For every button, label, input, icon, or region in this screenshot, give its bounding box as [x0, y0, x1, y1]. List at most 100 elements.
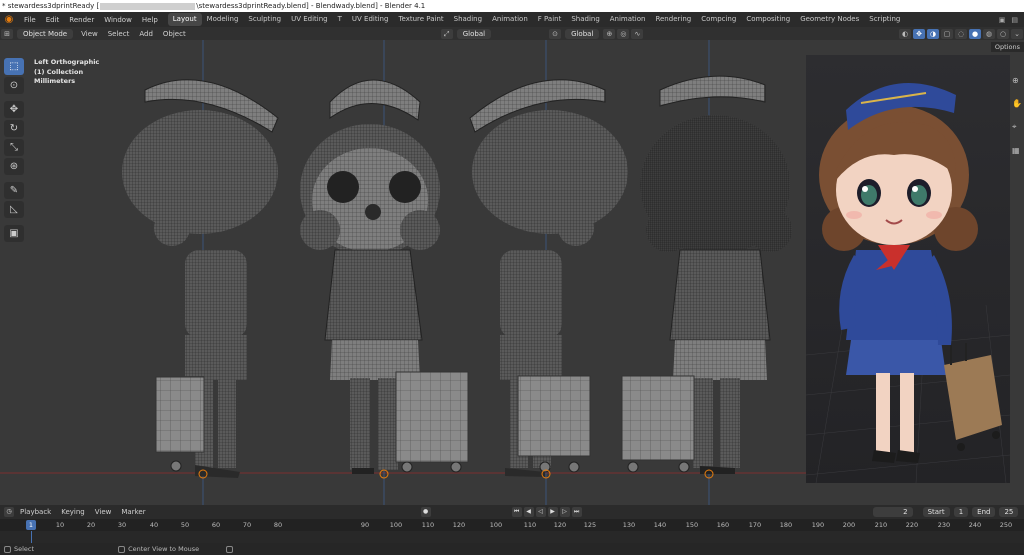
- prev-key-icon[interactable]: ◀: [523, 507, 534, 517]
- xray-icon[interactable]: ▢: [941, 28, 953, 39]
- zoom-icon[interactable]: ⊕: [1012, 76, 1022, 85]
- editor-type-icon[interactable]: ⊞: [1, 28, 13, 39]
- next-key-icon[interactable]: ▷: [559, 507, 570, 517]
- gizmo-icon[interactable]: ✥: [913, 28, 925, 39]
- tab-f-paint[interactable]: F Paint: [533, 13, 567, 26]
- scene-icon[interactable]: ▣: [999, 16, 1006, 24]
- solid-shading-icon[interactable]: ●: [969, 28, 981, 39]
- mode-dropdown[interactable]: Object Mode: [17, 28, 74, 39]
- ruler-tick: 125: [583, 521, 597, 529]
- tab-geometry-nodes[interactable]: Geometry Nodes: [795, 13, 864, 26]
- timeline-ruler[interactable]: 1 10 20 30 40 50 60 70 80 90 100 110 120…: [0, 519, 1024, 531]
- tab-layout[interactable]: Layout: [167, 13, 202, 26]
- menu-render[interactable]: Render: [64, 16, 99, 24]
- grid-icon[interactable]: ▦: [1012, 146, 1022, 155]
- tab-animation[interactable]: Animation: [487, 13, 533, 26]
- jump-start-icon[interactable]: ⏮: [511, 507, 522, 517]
- current-frame-field[interactable]: 2: [872, 507, 913, 517]
- tab-t[interactable]: T: [333, 13, 347, 26]
- window-title-bar: * stewardess3dprintReady [ \stewardess3d…: [0, 0, 1024, 12]
- view-layer-icon[interactable]: ▤: [1011, 16, 1018, 24]
- tab-shading-2[interactable]: Shading: [566, 13, 604, 26]
- tab-uv-editing-2[interactable]: UV Editing: [347, 13, 394, 26]
- rendered-shading-icon[interactable]: ○: [997, 28, 1009, 39]
- annotate-tool-icon[interactable]: ✎: [4, 182, 24, 199]
- 3d-viewport[interactable]: ⬚ ⊙ ✥ ↻ ⤡ ⊛ ✎ ◺ ▣ Left Orthographic (1) …: [0, 40, 1024, 505]
- move-tool-icon[interactable]: ✥: [4, 101, 24, 118]
- transform-tool-icon[interactable]: ⊛: [4, 158, 24, 175]
- figure-right-side: [469, 79, 628, 477]
- ruler-tick: 120: [452, 521, 466, 529]
- stewardess-render: [806, 55, 1010, 483]
- menu-add[interactable]: Add: [134, 30, 158, 38]
- falloff-icon[interactable]: ∿: [631, 28, 644, 39]
- transform-orientation-dropdown[interactable]: Global: [456, 28, 492, 39]
- measure-tool-icon[interactable]: ◺: [4, 201, 24, 218]
- menu-view[interactable]: View: [76, 30, 103, 38]
- menu-object[interactable]: Object: [158, 30, 191, 38]
- pivot-icon[interactable]: ⊙: [549, 28, 562, 39]
- proportional-icon[interactable]: ◎: [617, 28, 630, 39]
- shading-options-icon[interactable]: ⌄: [1011, 28, 1023, 39]
- menu-timeline-view[interactable]: View: [90, 508, 117, 516]
- tab-animation-2[interactable]: Animation: [605, 13, 651, 26]
- overlay-icon[interactable]: ◑: [927, 28, 939, 39]
- play-reverse-icon[interactable]: ◁: [535, 507, 546, 517]
- visibility-icon[interactable]: ◐: [899, 28, 911, 39]
- tab-compositing[interactable]: Compositing: [741, 13, 795, 26]
- timeline-editor-icon[interactable]: ◷: [4, 507, 14, 517]
- ruler-tick: 20: [86, 521, 96, 529]
- scale-tool-icon[interactable]: ⤡: [4, 139, 24, 156]
- status-select: Select: [0, 545, 38, 553]
- menu-help[interactable]: Help: [137, 16, 163, 24]
- material-shading-icon[interactable]: ◍: [983, 28, 995, 39]
- ruler-tick: 90: [360, 521, 370, 529]
- pivot-dropdown[interactable]: Global: [565, 28, 600, 39]
- jump-end-icon[interactable]: ⏭: [571, 507, 582, 517]
- menu-playback[interactable]: Playback: [15, 508, 56, 516]
- blender-logo-icon[interactable]: ◉: [3, 14, 15, 26]
- orientation-icon[interactable]: ⤢: [440, 28, 453, 39]
- tab-scripting[interactable]: Scripting: [864, 13, 905, 26]
- end-frame-field[interactable]: 25: [999, 507, 1019, 517]
- menu-marker[interactable]: Marker: [116, 508, 150, 516]
- snap-icon[interactable]: ⊕: [603, 28, 616, 39]
- menu-select[interactable]: Select: [103, 30, 135, 38]
- play-icon[interactable]: ▶: [547, 507, 558, 517]
- menu-keying[interactable]: Keying: [56, 508, 90, 516]
- ruler-tick: 150: [685, 521, 699, 529]
- tab-modeling[interactable]: Modeling: [202, 13, 244, 26]
- end-frame-label[interactable]: End: [972, 507, 996, 517]
- view-name: Left Orthographic: [34, 58, 100, 66]
- pan-icon[interactable]: ✋: [1012, 99, 1022, 108]
- tab-sculpting[interactable]: Sculpting: [243, 13, 286, 26]
- ruler-tick: 10: [55, 521, 65, 529]
- tab-texture-paint[interactable]: Texture Paint: [393, 13, 448, 26]
- redacted-path: [100, 2, 196, 10]
- ruler-tick: 160: [716, 521, 730, 529]
- cursor-tool-icon[interactable]: ⊙: [4, 77, 24, 94]
- wireframe-shading-icon[interactable]: ◌: [955, 28, 967, 39]
- rotate-tool-icon[interactable]: ↻: [4, 120, 24, 137]
- playhead-line[interactable]: [31, 531, 32, 543]
- menu-window[interactable]: Window: [99, 16, 137, 24]
- status-center-view: Center View to Mouse: [114, 545, 237, 553]
- options-button[interactable]: Options: [990, 42, 1024, 52]
- camera-icon[interactable]: ⌖: [1012, 122, 1022, 132]
- scene-controls: ▣ ▤: [999, 16, 1024, 24]
- menu-file[interactable]: File: [19, 16, 41, 24]
- playhead-frame[interactable]: 1: [26, 520, 36, 530]
- start-frame-label[interactable]: Start: [922, 507, 950, 517]
- select-box-tool-icon[interactable]: ⬚: [4, 58, 24, 75]
- workspace-tabs: Layout Modeling Sculpting UV Editing T U…: [167, 13, 906, 26]
- start-frame-field[interactable]: 1: [953, 507, 969, 517]
- menu-edit[interactable]: Edit: [41, 16, 65, 24]
- tab-rendering[interactable]: Rendering: [650, 13, 696, 26]
- tab-shading[interactable]: Shading: [449, 13, 487, 26]
- add-cube-tool-icon[interactable]: ▣: [4, 225, 24, 242]
- timeline-track-area[interactable]: [0, 531, 1024, 543]
- ruler-tick: 130: [622, 521, 636, 529]
- tab-compcing[interactable]: Compcing: [696, 13, 741, 26]
- tab-uv-editing[interactable]: UV Editing: [286, 13, 333, 26]
- auto-key-icon[interactable]: ●: [420, 507, 431, 517]
